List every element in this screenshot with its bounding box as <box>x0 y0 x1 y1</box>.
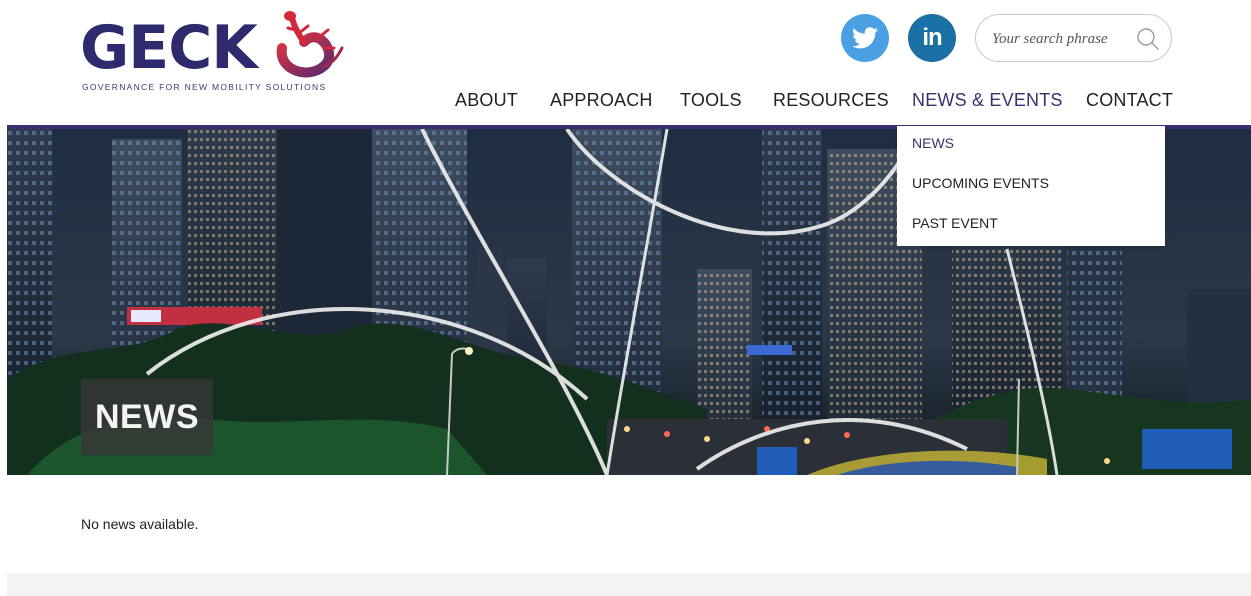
dropdown-item-upcoming-events[interactable]: UPCOMING EVENTS <box>912 175 1049 191</box>
twitter-bird-icon <box>852 27 878 49</box>
page-title: NEWS <box>95 397 199 436</box>
site-header: GECK GOVERNANCE FOR NEW MOBILITY SOLUTIO… <box>0 0 1251 126</box>
logo-tagline: GOVERNANCE FOR NEW MOBILITY SOLUTIONS <box>82 82 327 92</box>
footer-band <box>7 573 1251 596</box>
search-icon[interactable] <box>1136 27 1160 51</box>
nav-contact[interactable]: CONTACT <box>1086 90 1173 111</box>
search-input[interactable] <box>992 27 1132 51</box>
news-events-dropdown: NEWS UPCOMING EVENTS PAST EVENT <box>897 126 1165 246</box>
gecko-logo[interactable]: GECK GOVERNANCE FOR NEW MOBILITY SOLUTIO… <box>80 8 344 94</box>
gecko-lizard-icon <box>276 11 344 78</box>
logo-wordmark: GECK <box>80 13 258 83</box>
linkedin-button[interactable]: in <box>908 14 956 62</box>
empty-news-message: No news available. <box>81 516 199 532</box>
nav-resources[interactable]: RESOURCES <box>773 90 889 111</box>
linkedin-icon: in <box>922 24 942 51</box>
dropdown-item-past-event[interactable]: PAST EVENT <box>912 215 998 231</box>
dropdown-item-news[interactable]: NEWS <box>912 135 954 151</box>
nav-tools[interactable]: TOOLS <box>680 90 742 111</box>
search-box[interactable] <box>975 14 1172 62</box>
nav-news-events[interactable]: NEWS & EVENTS <box>912 90 1063 111</box>
twitter-button[interactable] <box>841 14 889 62</box>
nav-approach[interactable]: APPROACH <box>550 90 653 111</box>
hero-title-box: NEWS <box>81 379 213 455</box>
nav-about[interactable]: ABOUT <box>455 90 518 111</box>
